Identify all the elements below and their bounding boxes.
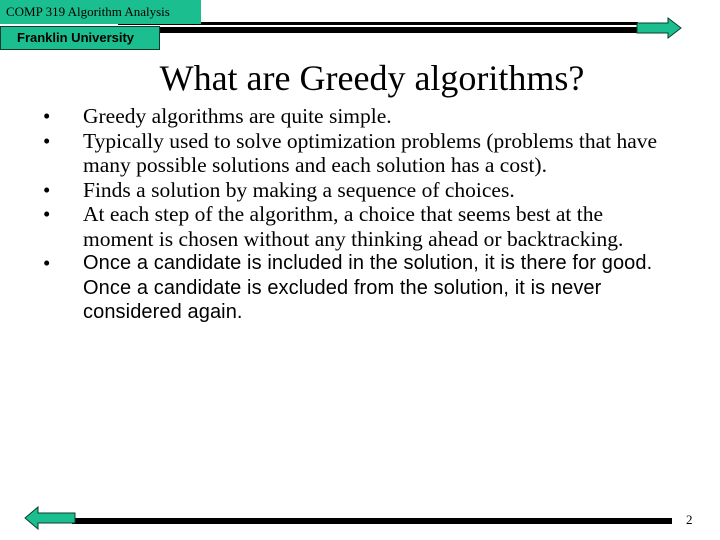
bullet-item: • Typically used to solve optimization p…: [36, 129, 676, 178]
course-label: COMP 319 Algorithm Analysis: [0, 0, 201, 24]
bullet-item: • Greedy algorithms are quite simple.: [36, 104, 676, 129]
header-divider-thick: [160, 27, 638, 33]
bullet-item: • Finds a solution by making a sequence …: [36, 178, 676, 203]
bullet-text: Typically used to solve optimization pro…: [83, 128, 658, 178]
previous-slide-arrow-icon[interactable]: [24, 506, 76, 530]
page-number: 2: [686, 512, 693, 527]
footer-divider: [72, 518, 672, 524]
bullet-text: Greedy algorithms are quite simple.: [83, 104, 392, 128]
next-slide-arrow-icon[interactable]: [636, 17, 682, 39]
slide-title: What are Greedy algorithms?: [159, 58, 585, 98]
bullet-dot-icon: •: [43, 251, 51, 275]
bullet-dot-icon: •: [43, 104, 51, 128]
bullet-dot-icon: •: [43, 202, 51, 226]
university-label: Franklin University: [0, 26, 160, 50]
bullet-dot-icon: •: [43, 177, 51, 202]
bullet-text: Finds a solution by making a sequence of…: [83, 177, 515, 202]
bullet-item: • Once a candidate is included in the so…: [36, 251, 676, 325]
bullet-list: • Greedy algorithms are quite simple. • …: [36, 104, 676, 325]
bullet-text: Once a candidate is included in the solu…: [83, 252, 653, 323]
bullet-text: At each step of the algorithm, a choice …: [83, 202, 624, 251]
bullet-dot-icon: •: [43, 128, 51, 153]
bullet-item: • At each step of the algorithm, a choic…: [36, 202, 676, 251]
